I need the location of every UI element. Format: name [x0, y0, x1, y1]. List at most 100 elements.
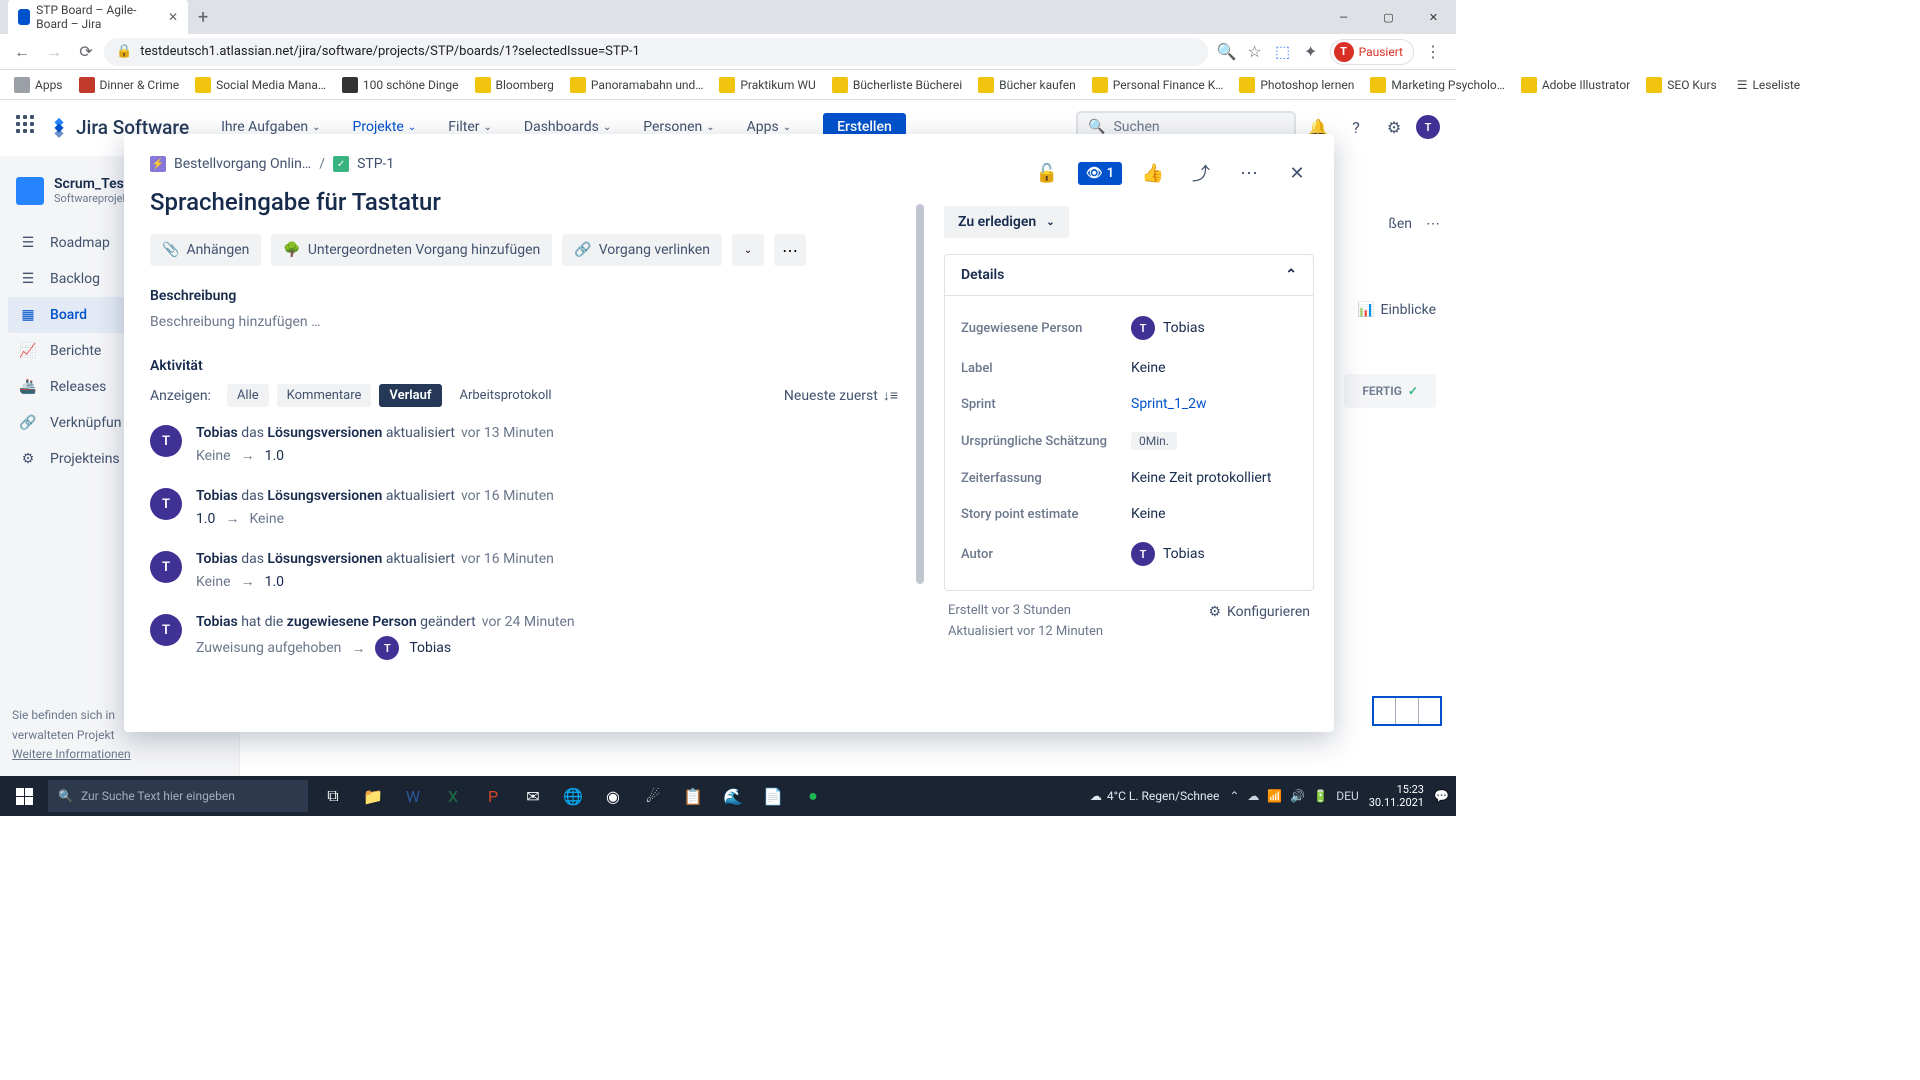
field-assignee[interactable]: Zugewiesene Person TTobias — [961, 306, 1297, 350]
settings-icon[interactable]: ⚙ — [1378, 111, 1410, 143]
bookmark-item[interactable]: Praktikum WU — [713, 73, 821, 97]
back-button[interactable]: ← — [8, 38, 36, 66]
complete-sprint-button[interactable]: ßen — [1389, 216, 1412, 232]
field-label[interactable]: Label Keine — [961, 350, 1297, 386]
new-tab-button[interactable]: + — [188, 3, 218, 32]
taskbar-clock[interactable]: 15:23 30.11.2021 — [1369, 783, 1424, 809]
maximize-window-icon[interactable]: ▢ — [1366, 2, 1411, 32]
link-issue-button[interactable]: 🔗Vorgang verlinken — [562, 234, 722, 266]
board-more-icon[interactable]: ⋯ — [1426, 216, 1440, 232]
more-info-link[interactable]: Weitere Informationen — [12, 747, 131, 761]
tab-comments[interactable]: Kommentare — [277, 384, 372, 407]
extensions-icon[interactable]: ✦ — [1302, 43, 1320, 61]
minimize-window-icon[interactable]: — — [1321, 2, 1366, 32]
excel-icon[interactable]: X — [434, 776, 472, 816]
bookmark-item[interactable]: Marketing Psycholo… — [1364, 73, 1510, 97]
bookmark-bar: Apps Dinner & Crime Social Media Mana… 1… — [0, 70, 1456, 100]
close-tab-icon[interactable]: ✕ — [168, 10, 178, 24]
bookmark-item[interactable]: Panoramabahn und… — [564, 73, 709, 97]
apps-bookmark[interactable]: Apps — [8, 73, 69, 97]
insights-icon: 📊 — [1357, 302, 1374, 318]
system-tray: ⌃ ☁ 📶 🔊 🔋 DEU — [1229, 789, 1358, 803]
tray-up-icon[interactable]: ⌃ — [1229, 789, 1239, 803]
onedrive-icon[interactable]: ☁ — [1247, 789, 1259, 803]
more-actions-button[interactable]: ⋯ — [774, 234, 806, 266]
tab-worklog[interactable]: Arbeitsprotokoll — [450, 384, 562, 407]
sort-button[interactable]: Neueste zuerst↓≡ — [784, 387, 898, 404]
bookmark-item[interactable]: 100 schöne Dinge — [336, 73, 465, 97]
configure-button[interactable]: ⚙Konfigurieren — [1208, 601, 1310, 623]
details-header[interactable]: Details ⌃ — [945, 255, 1313, 296]
explorer-icon[interactable]: 📁 — [354, 776, 392, 816]
profile-paused-badge[interactable]: T Pausiert — [1330, 39, 1414, 65]
bookmark-item[interactable]: Personal Finance K… — [1086, 73, 1230, 97]
browser-menu-icon[interactable]: ⋮ — [1424, 43, 1442, 61]
bookmark-item[interactable]: SEO Kurs — [1640, 73, 1722, 97]
breadcrumb-key[interactable]: STP-1 — [357, 156, 394, 172]
url-input[interactable]: 🔒 testdeutsch1.atlassian.net/jira/softwa… — [104, 38, 1208, 66]
attach-button[interactable]: 📎Anhängen — [150, 234, 261, 266]
field-estimate[interactable]: Ursprüngliche Schätzung 0Min. — [961, 422, 1297, 460]
issue-title[interactable]: Spracheingabe für Tastatur — [150, 188, 898, 216]
close-window-icon[interactable]: ✕ — [1411, 2, 1456, 32]
more-icon[interactable]: ⋯ — [1232, 156, 1266, 190]
word-icon[interactable]: W — [394, 776, 432, 816]
bookmark-star-icon[interactable]: ☆ — [1246, 43, 1264, 61]
insights-button[interactable]: Einblicke — [1381, 302, 1436, 318]
link-dropdown-button[interactable]: ⌄ — [732, 234, 764, 266]
field-reporter[interactable]: Autor TTobias — [961, 532, 1297, 576]
reading-list-button[interactable]: ☰Leseliste — [1731, 74, 1806, 96]
field-story-points[interactable]: Story point estimate Keine — [961, 496, 1297, 532]
watch-button[interactable]: 👁1 — [1078, 162, 1122, 185]
bookmark-item[interactable]: Photoshop lernen — [1233, 73, 1360, 97]
description-placeholder[interactable]: Beschreibung hinzufügen … — [150, 314, 898, 330]
chrome-icon[interactable]: 🌐 — [554, 776, 592, 816]
forward-button[interactable]: → — [40, 38, 68, 66]
share-icon[interactable]: ⤴ — [1184, 156, 1218, 190]
add-child-button[interactable]: 🌳Untergeordneten Vorgang hinzufügen — [271, 234, 552, 266]
notification-center-icon[interactable]: 💬 — [1434, 789, 1448, 803]
bookmark-item[interactable]: Social Media Mana… — [189, 73, 332, 97]
language-indicator[interactable]: DEU — [1336, 789, 1358, 803]
edge-icon[interactable]: 🌊 — [714, 776, 752, 816]
app-switcher-icon[interactable] — [16, 115, 40, 139]
zoom-icon[interactable]: 🔍 — [1218, 43, 1236, 61]
browser-tab[interactable]: STP Board – Agile-Board – Jira ✕ — [8, 0, 188, 37]
volume-icon[interactable]: 🔊 — [1290, 789, 1305, 803]
translate-icon[interactable]: ⬚ — [1274, 43, 1292, 61]
bookmark-item[interactable]: Bücher kaufen — [972, 73, 1082, 97]
bookmark-item[interactable]: Bloomberg — [469, 73, 560, 97]
mail-icon[interactable]: ✉ — [514, 776, 552, 816]
app-icon[interactable]: 📋 — [674, 776, 712, 816]
folder-icon — [1092, 77, 1108, 93]
bookmark-item[interactable]: Dinner & Crime — [73, 73, 186, 97]
field-time-tracking[interactable]: Zeiterfassung Keine Zeit protokolliert — [961, 460, 1297, 496]
app-icon[interactable]: ◉ — [594, 776, 632, 816]
status-dropdown[interactable]: Zu erledigen⌄ — [944, 206, 1069, 238]
start-button[interactable] — [0, 776, 48, 816]
user-avatar[interactable]: T — [1416, 115, 1440, 139]
unlock-icon[interactable]: 🔓 — [1030, 156, 1064, 190]
like-icon[interactable]: 👍 — [1136, 156, 1170, 190]
quickstart-widget[interactable] — [1372, 696, 1442, 726]
bookmark-item[interactable]: Bücherliste Bücherei — [826, 73, 968, 97]
tab-all[interactable]: Alle — [227, 384, 269, 407]
battery-icon[interactable]: 🔋 — [1313, 789, 1328, 803]
wifi-icon[interactable]: 📶 — [1267, 789, 1282, 803]
reload-button[interactable]: ⟳ — [72, 38, 100, 66]
taskbar-search-input[interactable]: 🔍Zur Suche Text hier eingeben — [48, 780, 308, 812]
help-icon[interactable]: ? — [1340, 111, 1372, 143]
breadcrumb-epic[interactable]: Bestellvorgang Onlin… — [174, 156, 311, 172]
weather-widget[interactable]: ☁4°C L. Regen/Schnee — [1090, 789, 1219, 803]
field-sprint[interactable]: Sprint Sprint_1_2w — [961, 386, 1297, 422]
close-modal-icon[interactable]: ✕ — [1280, 156, 1314, 190]
powerpoint-icon[interactable]: P — [474, 776, 512, 816]
app-icon[interactable]: 📄 — [754, 776, 792, 816]
board-column-done: FERTIG ✓ — [1344, 374, 1436, 408]
app-icon[interactable]: ☄ — [634, 776, 672, 816]
task-view-icon[interactable]: ⧉ — [314, 776, 352, 816]
bookmark-item[interactable]: Adobe Illustrator — [1515, 73, 1636, 97]
spotify-icon[interactable]: ● — [794, 776, 832, 816]
tab-history[interactable]: Verlauf — [379, 384, 441, 407]
modal-scrollbar[interactable] — [916, 204, 924, 584]
